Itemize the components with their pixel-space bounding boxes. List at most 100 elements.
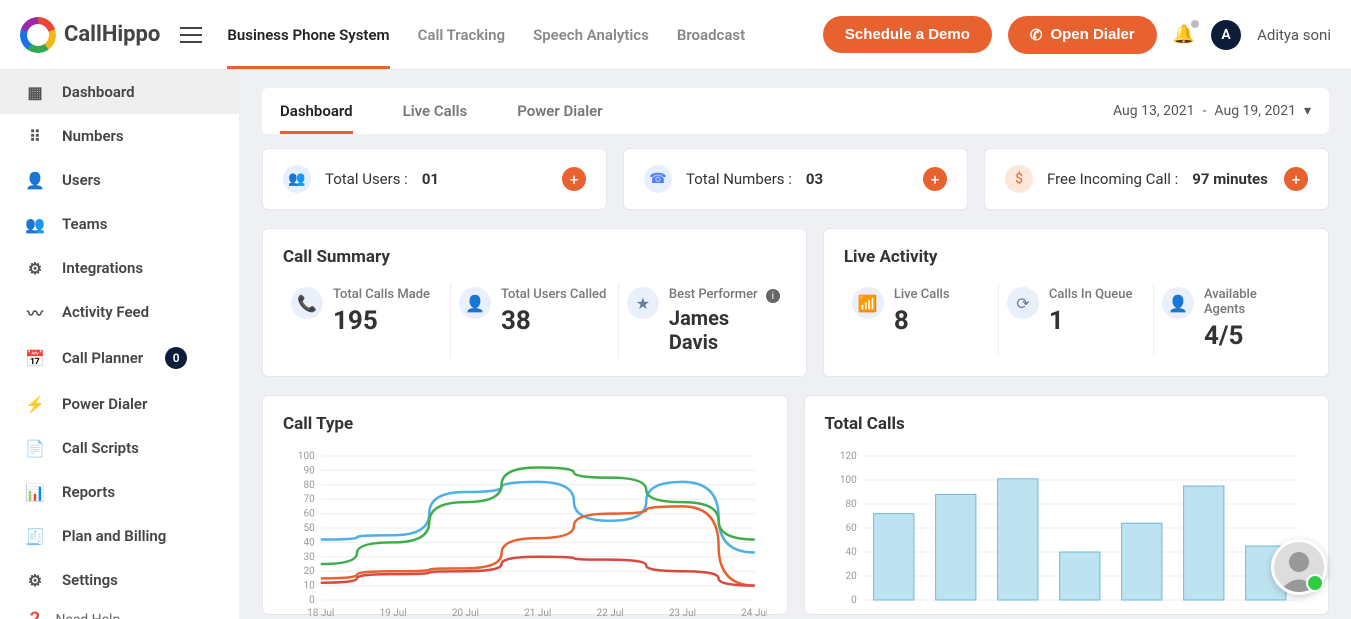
stat-label: Free Incoming Call : xyxy=(1047,170,1178,188)
grid-icon: ▦ xyxy=(26,83,44,101)
metric-label: Available Agents xyxy=(1204,287,1300,317)
svg-text:40: 40 xyxy=(304,537,316,548)
metric-value: James Davis xyxy=(669,306,778,354)
add-credit-button[interactable]: + xyxy=(1284,167,1308,191)
tab-speech-analytics[interactable]: Speech Analytics xyxy=(533,0,649,69)
tab-business-phone[interactable]: Business Phone System xyxy=(227,0,389,69)
metric-label: Total Users Called xyxy=(501,287,606,302)
user-icon: 👤 xyxy=(459,287,491,319)
open-dialer-label: Open Dialer xyxy=(1050,26,1134,43)
sidebar-label: Dashboard xyxy=(62,83,135,101)
tab-call-tracking[interactable]: Call Tracking xyxy=(418,0,505,69)
metric-agents: 👤 Available Agents 4/5 xyxy=(1154,283,1308,355)
svg-text:20: 20 xyxy=(845,571,857,582)
bolt-icon: ⚡ xyxy=(26,395,44,413)
numbers-icon: ☎ xyxy=(644,165,672,193)
sidebar-label: Users xyxy=(62,171,101,189)
live-activity-card: Live Activity 📶 Live Calls 8 ⟳ Calls In … xyxy=(823,228,1329,377)
need-help-label: Need Help xyxy=(55,612,120,619)
svg-text:20 Jul: 20 Jul xyxy=(452,608,479,619)
svg-text:100: 100 xyxy=(839,475,856,486)
metric-value: 1 xyxy=(1049,306,1133,336)
metric-live-calls: 📶 Live Calls 8 xyxy=(844,283,999,355)
sidebar: ▦ Dashboard ⠿Numbers 👤Users 👥Teams ⚙︎Inte… xyxy=(0,70,240,619)
help-icon: ❓ xyxy=(26,612,43,619)
header-actions: Schedule a Demo ✆ Open Dialer 🔔 A Aditya… xyxy=(823,16,1331,54)
users-icon: 👥 xyxy=(283,165,311,193)
sidebar-item-activity-feed[interactable]: 〰Activity Feed xyxy=(0,290,239,334)
sidebar-item-power-dialer[interactable]: ⚡ Power Dialer xyxy=(0,382,239,426)
stat-total-users: 👥 Total Users : 01 + xyxy=(262,148,607,210)
svg-text:20: 20 xyxy=(304,566,316,577)
card-title: Total Calls xyxy=(825,414,1309,434)
metric-total-calls: 📞 Total Calls Made 195 xyxy=(283,283,451,358)
logo[interactable]: CallHippo xyxy=(20,17,160,53)
svg-text:18 Jul: 18 Jul xyxy=(307,608,334,619)
agent-icon: 👤 xyxy=(1162,287,1194,319)
sidebar-label: Call Scripts xyxy=(62,439,139,457)
svg-text:30: 30 xyxy=(304,552,316,563)
schedule-demo-button[interactable]: Schedule a Demo xyxy=(823,16,992,53)
svg-text:21 Jul: 21 Jul xyxy=(524,608,551,619)
date-to: Aug 19, 2021 xyxy=(1214,103,1296,119)
sidebar-item-settings[interactable]: ⚙Settings xyxy=(0,558,239,602)
svg-text:22 Jul: 22 Jul xyxy=(596,608,623,619)
need-help-link[interactable]: ❓ Need Help xyxy=(0,602,239,619)
main-tab-dashboard[interactable]: Dashboard xyxy=(280,88,353,134)
stat-free-incoming: $ Free Incoming Call : 97 minutes + xyxy=(984,148,1329,210)
metric-value: 8 xyxy=(894,306,950,336)
sidebar-label: Power Dialer xyxy=(62,395,147,413)
sidebar-label: Settings xyxy=(62,571,118,589)
sidebar-item-plan-billing[interactable]: 🧾 Plan and Billing xyxy=(0,514,239,558)
main-tab-live-calls[interactable]: Live Calls xyxy=(403,88,468,134)
main-topbar: Dashboard Live Calls Power Dialer Aug 13… xyxy=(262,88,1329,134)
metric-value: 38 xyxy=(501,306,606,336)
billing-icon: 🧾 xyxy=(26,527,44,545)
metric-label: Live Calls xyxy=(894,287,950,302)
support-avatar[interactable] xyxy=(1271,539,1327,595)
call-summary-card: Call Summary 📞 Total Calls Made 195 👤 To… xyxy=(262,228,807,377)
notification-bell-icon[interactable]: 🔔 xyxy=(1173,24,1195,45)
charts-row: Call Type 010203040506070809010018 Jul19… xyxy=(262,395,1329,615)
team-icon: 👥 xyxy=(26,215,44,233)
stat-label: Total Users : xyxy=(325,170,408,188)
svg-text:100: 100 xyxy=(298,451,315,462)
svg-text:80: 80 xyxy=(304,480,316,491)
sidebar-label: Numbers xyxy=(62,127,124,145)
user-avatar[interactable]: A xyxy=(1211,20,1241,50)
sidebar-item-numbers[interactable]: ⠿Numbers xyxy=(0,114,239,158)
sidebar-label: Plan and Billing xyxy=(62,527,166,545)
stat-label: Total Numbers : xyxy=(686,170,792,188)
main-content: Dashboard Live Calls Power Dialer Aug 13… xyxy=(240,70,1351,619)
open-dialer-button[interactable]: ✆ Open Dialer xyxy=(1008,16,1157,54)
stat-row: 👥 Total Users : 01 + ☎ Total Numbers : 0… xyxy=(262,148,1329,210)
date-separator: - xyxy=(1203,103,1207,119)
tab-broadcast[interactable]: Broadcast xyxy=(677,0,745,69)
sidebar-item-dashboard[interactable]: ▦ Dashboard xyxy=(0,70,239,114)
sidebar-item-users[interactable]: 👤Users xyxy=(0,158,239,202)
queue-icon: ⟳ xyxy=(1007,287,1039,319)
svg-text:0: 0 xyxy=(851,595,857,606)
info-icon[interactable]: i xyxy=(766,289,780,303)
plug-icon: ⚙︎ xyxy=(26,259,44,277)
sidebar-item-reports[interactable]: 📊Reports xyxy=(0,470,239,514)
dollar-icon: $ xyxy=(1005,165,1033,193)
sidebar-item-call-scripts[interactable]: 📄Call Scripts xyxy=(0,426,239,470)
main-tabs: Dashboard Live Calls Power Dialer xyxy=(280,88,603,134)
total-calls-chart: 020406080100120 xyxy=(825,450,1309,619)
sidebar-item-integrations[interactable]: ⚙︎Integrations xyxy=(0,246,239,290)
live-metrics: 📶 Live Calls 8 ⟳ Calls In Queue 1 xyxy=(844,283,1308,355)
menu-toggle-icon[interactable] xyxy=(180,27,202,43)
date-range-picker[interactable]: Aug 13, 2021 - Aug 19, 2021 ▾ xyxy=(1113,103,1311,119)
add-number-button[interactable]: + xyxy=(923,167,947,191)
summary-row: Call Summary 📞 Total Calls Made 195 👤 To… xyxy=(262,228,1329,377)
add-user-button[interactable]: + xyxy=(562,167,586,191)
sidebar-item-call-planner[interactable]: 📅Call Planner0 xyxy=(0,334,239,382)
logo-icon xyxy=(20,17,56,53)
sidebar-item-teams[interactable]: 👥Teams xyxy=(0,202,239,246)
call-type-chart-card: Call Type 010203040506070809010018 Jul19… xyxy=(262,395,788,615)
metric-value: 195 xyxy=(333,306,430,336)
star-icon: ★ xyxy=(627,287,659,319)
svg-text:90: 90 xyxy=(304,465,316,476)
main-tab-power-dialer[interactable]: Power Dialer xyxy=(517,88,602,134)
